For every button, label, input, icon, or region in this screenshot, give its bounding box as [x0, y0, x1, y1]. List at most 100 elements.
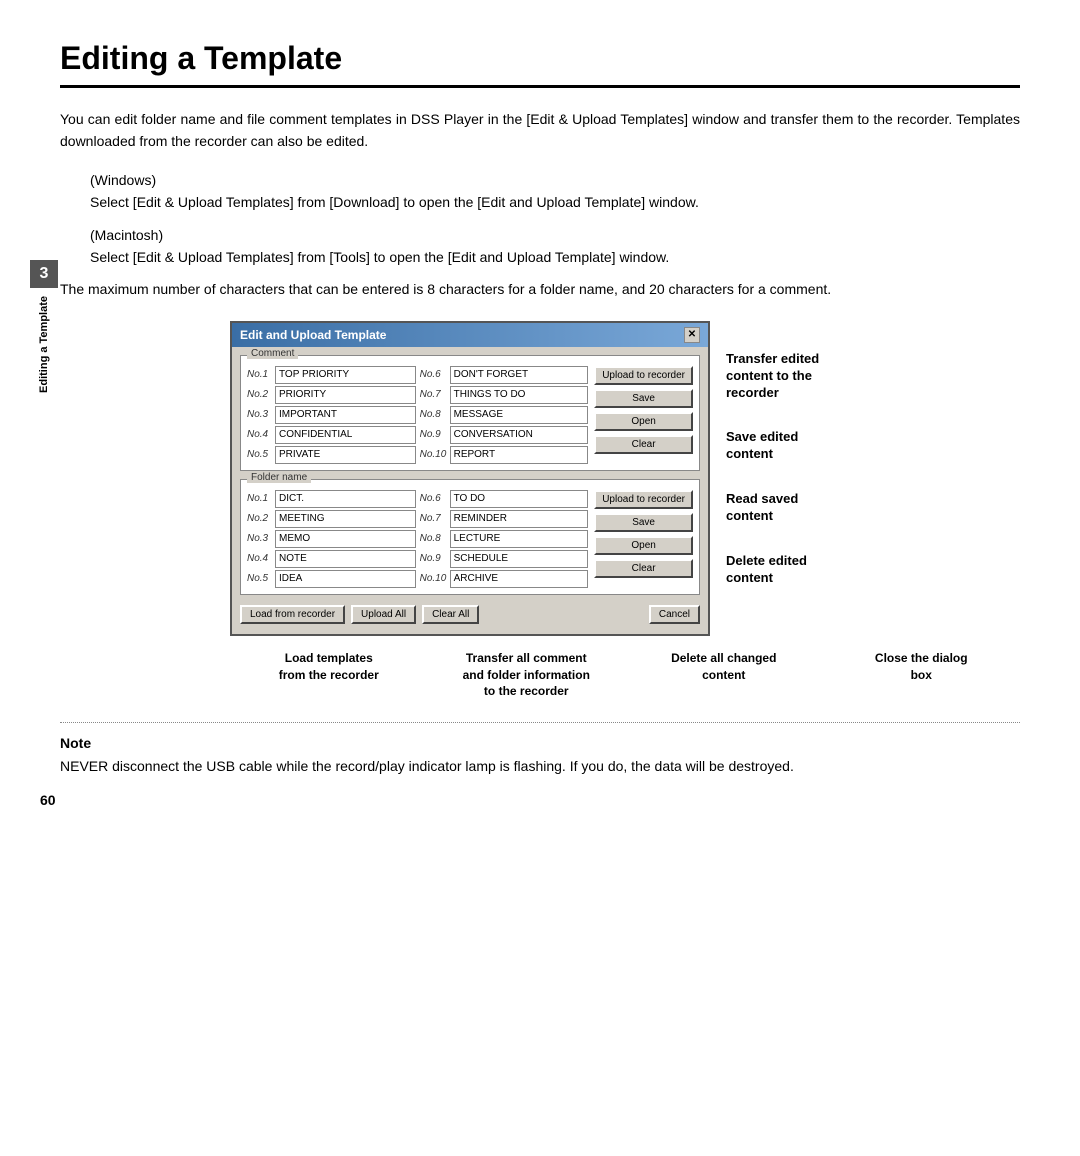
comment-open-button[interactable]: Open	[594, 412, 693, 431]
folder-row-3: No.3 MEMO	[247, 530, 416, 548]
folder-field-4[interactable]: NOTE	[275, 550, 416, 568]
folder-field-9[interactable]: SCHEDULE	[450, 550, 589, 568]
folder-field-3[interactable]: MEMO	[275, 530, 416, 548]
windows-section: (Windows) Select [Edit & Upload Template…	[90, 169, 1020, 214]
comment-upload-button[interactable]: Upload to recorder	[594, 366, 693, 385]
folder-row-4: No.4 NOTE	[247, 550, 416, 568]
comment-num-2: No.2	[247, 389, 275, 400]
comment-row-4: No.4 CONFIDENTIAL	[247, 426, 416, 444]
folder-field-10[interactable]: ARCHIVE	[450, 570, 589, 588]
comment-field-6[interactable]: DON'T FORGET	[450, 366, 589, 384]
comment-save-button[interactable]: Save	[594, 389, 693, 408]
folder-field-2[interactable]: MEETING	[275, 510, 416, 528]
page-title: Editing a Template	[60, 40, 1020, 77]
comment-row-5: No.5 PRIVATE	[247, 446, 416, 464]
dialog-area: Edit and Upload Template ✕ Comment No.1 …	[230, 321, 1020, 636]
dotted-rule	[60, 722, 1020, 723]
comment-row-9: No.9 CONVERSATION	[420, 426, 589, 444]
comment-num-6: No.6	[420, 369, 450, 380]
folder-field-1[interactable]: DICT.	[275, 490, 416, 508]
comment-field-9[interactable]: CONVERSATION	[450, 426, 589, 444]
comment-field-3[interactable]: IMPORTANT	[275, 406, 416, 424]
folder-buttons: Upload to recorder Save Open Clear	[594, 490, 693, 590]
folder-row-9: No.9 SCHEDULE	[420, 550, 589, 568]
windows-label: (Windows)	[90, 169, 1020, 191]
folder-clear-button[interactable]: Clear	[594, 559, 693, 578]
folder-row-2: No.2 MEETING	[247, 510, 416, 528]
bottom-ann-transfer-all: Transfer all commentand folder informati…	[428, 650, 626, 700]
comment-num-8: No.8	[420, 409, 450, 420]
note-text: NEVER disconnect the USB cable while the…	[60, 755, 1020, 777]
comment-field-8[interactable]: MESSAGE	[450, 406, 589, 424]
annotation-save-edited: Save editedcontent	[726, 429, 819, 463]
bottom-ann-delete-all: Delete all changedcontent	[625, 650, 823, 700]
folder-num-3: No.3	[247, 533, 275, 544]
dialog-body: Comment No.1 TOP PRIORITY No.2 PRIORITY	[232, 347, 708, 634]
folder-row-6: No.6 TO DO	[420, 490, 589, 508]
comment-section: Comment No.1 TOP PRIORITY No.2 PRIORITY	[240, 355, 700, 471]
dialog-close-button[interactable]: ✕	[684, 327, 700, 343]
bottom-annotations-area: Load templatesfrom the recorder Transfer…	[230, 650, 1020, 700]
comment-num-7: No.7	[420, 389, 450, 400]
folder-grid-with-buttons: No.1 DICT. No.2 MEETING No.3 MEMO	[247, 490, 693, 590]
folder-row-8: No.8 LECTURE	[420, 530, 589, 548]
folder-num-2: No.2	[247, 513, 275, 524]
annotation-transfer-edited: Transfer editedcontent to therecorder	[726, 351, 819, 402]
annotation-read-saved: Read savedcontent	[726, 491, 819, 525]
comment-field-2[interactable]: PRIORITY	[275, 386, 416, 404]
cancel-button[interactable]: Cancel	[649, 605, 700, 624]
comment-row-2: No.2 PRIORITY	[247, 386, 416, 404]
title-rule	[60, 85, 1020, 88]
windows-text: Select [Edit & Upload Templates] from [D…	[90, 191, 1020, 213]
folder-num-7: No.7	[420, 513, 450, 524]
folder-num-8: No.8	[420, 533, 450, 544]
clear-all-button[interactable]: Clear All	[422, 605, 479, 624]
max-chars-text: The maximum number of characters that ca…	[60, 278, 1020, 300]
comment-left-col: No.1 TOP PRIORITY No.2 PRIORITY No.3 IMP…	[247, 366, 416, 466]
comment-clear-button[interactable]: Clear	[594, 435, 693, 454]
folder-save-button[interactable]: Save	[594, 513, 693, 532]
note-title: Note	[60, 735, 1020, 751]
comment-field-4[interactable]: CONFIDENTIAL	[275, 426, 416, 444]
folder-row-5: No.5 IDEA	[247, 570, 416, 588]
folder-left-col: No.1 DICT. No.2 MEETING No.3 MEMO	[247, 490, 416, 590]
folder-open-button[interactable]: Open	[594, 536, 693, 555]
folder-field-8[interactable]: LECTURE	[450, 530, 589, 548]
annotation-delete-edited: Delete editedcontent	[726, 553, 819, 587]
intro-paragraph1: You can edit folder name and file commen…	[60, 108, 1020, 153]
comment-num-10: No.10	[420, 449, 450, 460]
comment-field-10[interactable]: REPORT	[450, 446, 589, 464]
comment-field-5[interactable]: PRIVATE	[275, 446, 416, 464]
folder-upload-button[interactable]: Upload to recorder	[594, 490, 693, 509]
chapter-label: Editing a Template	[38, 296, 50, 393]
chapter-number: 3	[30, 260, 58, 288]
dialog-title: Edit and Upload Template	[240, 328, 386, 342]
load-from-recorder-button[interactable]: Load from recorder	[240, 605, 345, 624]
folder-field-7[interactable]: REMINDER	[450, 510, 589, 528]
macintosh-label: (Macintosh)	[90, 224, 1020, 246]
bottom-ann-load: Load templatesfrom the recorder	[230, 650, 428, 700]
folder-num-5: No.5	[247, 573, 275, 584]
comment-field-1[interactable]: TOP PRIORITY	[275, 366, 416, 384]
comment-row-7: No.7 THINGS TO DO	[420, 386, 589, 404]
comment-num-9: No.9	[420, 429, 450, 440]
comment-right-col: No.6 DON'T FORGET No.7 THINGS TO DO No.8…	[420, 366, 589, 466]
upload-all-button[interactable]: Upload All	[351, 605, 416, 624]
comment-label: Comment	[247, 348, 298, 359]
folder-field-6[interactable]: TO DO	[450, 490, 589, 508]
folder-label: Folder name	[247, 472, 311, 483]
comment-field-7[interactable]: THINGS TO DO	[450, 386, 589, 404]
macintosh-text: Select [Edit & Upload Templates] from [T…	[90, 246, 1020, 268]
comment-grid-with-buttons: No.1 TOP PRIORITY No.2 PRIORITY No.3 IMP…	[247, 366, 693, 466]
comment-num-1: No.1	[247, 369, 275, 380]
folder-row-10: No.10 ARCHIVE	[420, 570, 589, 588]
chapter-indicator: 3 Editing a Template	[30, 260, 58, 393]
folder-num-9: No.9	[420, 553, 450, 564]
comment-row-8: No.8 MESSAGE	[420, 406, 589, 424]
folder-field-5[interactable]: IDEA	[275, 570, 416, 588]
dialog-window: Edit and Upload Template ✕ Comment No.1 …	[230, 321, 710, 636]
dialog-bottom-buttons: Load from recorder Upload All Clear All …	[240, 603, 700, 626]
comment-row-1: No.1 TOP PRIORITY	[247, 366, 416, 384]
bottom-ann-close: Close the dialogbox	[823, 650, 1021, 700]
folder-num-4: No.4	[247, 553, 275, 564]
